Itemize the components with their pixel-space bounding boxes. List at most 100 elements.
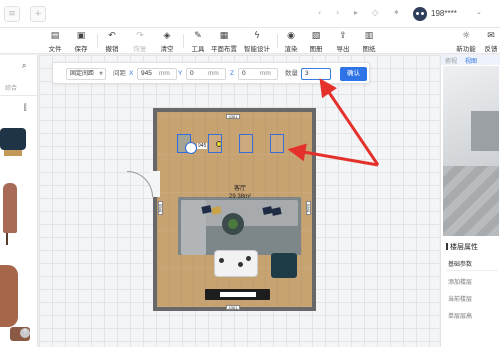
export-icon: ⇪ [339, 31, 347, 41]
help-button[interactable]: ? [20, 328, 30, 338]
sun-icon: ☼ [461, 31, 471, 41]
catalog-panel: ⌕ 综合 ⫿ [0, 55, 38, 347]
copy-preview-2 [239, 134, 253, 153]
y-spacing-input[interactable]: 0 [186, 68, 226, 80]
chevron-down-icon[interactable]: ⌄ [476, 8, 482, 16]
spacing-tag: 945 [197, 143, 208, 149]
current-floor-item[interactable]: 当前楼层 [448, 294, 472, 303]
wrench-icon: ✎ [194, 31, 202, 41]
tools-button[interactable]: ✎ 工具 [189, 31, 207, 53]
album-button[interactable]: ▧ 图册 [307, 31, 325, 53]
array-copy-bar: 固定间距 ▼ 间距 X 945 mm Y 0 mm Z 0 mm 数量 3 确认 [52, 62, 370, 84]
menu-tab[interactable]: ≡ [4, 6, 20, 22]
x-axis-label: X [129, 70, 134, 77]
dimension-left: 5581 [158, 201, 163, 215]
copy-preview-3 [270, 134, 284, 153]
floor-plan-icon: ▦ [219, 31, 229, 41]
room-name: 客厅 [233, 186, 246, 192]
product-armchair-thumb[interactable] [0, 265, 18, 327]
tab-top-view[interactable]: 俯视 [445, 56, 457, 65]
ottoman[interactable] [214, 250, 258, 277]
feedback-button[interactable]: ✉ 反馈 [482, 31, 500, 53]
unit-label: mm [159, 70, 170, 77]
plant[interactable] [228, 219, 238, 229]
avatar[interactable] [413, 7, 427, 21]
divider [0, 95, 37, 96]
product-ottoman-leg [4, 150, 22, 156]
product-chair-thumb[interactable] [3, 183, 17, 233]
basic-params-item[interactable]: 基础参数 [448, 259, 472, 268]
camera-icon: ◉ [287, 31, 295, 41]
export-button[interactable]: ⇪ 导出 [334, 31, 352, 53]
z-spacing-input[interactable]: 0 [238, 68, 278, 80]
unit-label: mm [260, 70, 271, 77]
lightning-icon: ϟ [254, 31, 260, 41]
z-axis-label: Z [230, 70, 234, 77]
eraser-icon: ◈ [163, 31, 171, 41]
add-floor-item[interactable]: 添加楼层 [448, 277, 472, 286]
armchair[interactable] [271, 253, 297, 278]
save-button[interactable]: ▣ 保存 [72, 31, 90, 53]
search-icon[interactable]: ⌕ [22, 61, 26, 71]
floor-height-item[interactable]: 单层层高 [448, 311, 472, 320]
redo-icon: ↷ [136, 31, 144, 41]
selection-anchor[interactable] [185, 142, 197, 154]
smart-design-button[interactable]: ϟ 智能设计 [242, 31, 272, 53]
top-bar: ≡ + ‹ › ▸ ◇ ✦ 198**** ⌄ [0, 0, 500, 28]
x-spacing-input[interactable]: 945 [137, 68, 177, 80]
notification-icon[interactable]: ✦ [393, 8, 400, 17]
drawings-icon: ▥ [364, 31, 374, 41]
ottoman-item [238, 262, 243, 267]
pin-icon[interactable]: ◇ [372, 8, 378, 17]
undo-button[interactable]: ↶ 撤销 [103, 31, 121, 53]
properties-panel: 俯视 视图 楼层属性 基础参数 添加楼层 当前楼层 单层层高 [440, 55, 500, 347]
username[interactable]: 198**** [431, 9, 457, 18]
dimension-bottom: 4361 [226, 305, 240, 310]
chevron-down-icon: ▼ [99, 71, 103, 77]
new-features-button[interactable]: ☼ 新功能 [455, 31, 477, 53]
save-icon: ▣ [76, 31, 86, 41]
spacing-mode-select[interactable]: 固定间距 ▼ [66, 68, 106, 80]
ottoman-item [219, 258, 224, 263]
sort-select[interactable]: 综合 [5, 83, 17, 92]
y-axis-label: Y [178, 70, 183, 77]
product-ottoman-thumb[interactable] [0, 128, 26, 150]
floor-properties: 楼层属性 基础参数 添加楼层 当前楼层 单层层高 [443, 239, 499, 347]
copy-preview-1 [208, 134, 222, 153]
forward-icon[interactable]: › [336, 8, 339, 17]
tab-view[interactable]: 视图 [465, 56, 477, 65]
spacing-label: 间距 [113, 70, 126, 77]
drawings-button[interactable]: ▥ 图纸 [360, 31, 378, 53]
redo-button[interactable]: ↷ 恢复 [131, 31, 149, 53]
3d-preview[interactable] [443, 66, 499, 236]
view-tabs: 俯视 视图 [441, 55, 500, 65]
unit-label: mm [208, 70, 219, 77]
floor-plan-button[interactable]: ▦ 平面布置 [209, 31, 239, 53]
room-area: 29.38m² [228, 194, 251, 200]
confirm-button[interactable]: 确认 [340, 67, 367, 81]
dimension-right: 5581 [306, 201, 311, 215]
dimension-top: 4361 [226, 114, 240, 119]
section-title: 楼层属性 [446, 242, 478, 252]
toolbar-divider [183, 34, 184, 48]
mail-icon: ✉ [487, 31, 495, 41]
filter-icon[interactable]: ⫿ [24, 103, 27, 113]
new-tab-button[interactable]: + [30, 6, 46, 22]
count-input[interactable]: 3 [301, 68, 331, 80]
file-icon: ▤ [50, 31, 60, 41]
file-button[interactable]: ▤ 文件 [46, 31, 64, 53]
product-chair-leg [6, 233, 8, 245]
play-icon[interactable]: ▸ [354, 8, 358, 17]
main-toolbar: ▤ 文件 ▣ 保存 ↶ 撤销 ↷ 恢复 ◈ 清空 ✎ 工具 ▦ 平面布置 ϟ 智… [0, 28, 500, 54]
television[interactable] [220, 292, 256, 297]
clear-button[interactable]: ◈ 清空 [158, 31, 176, 53]
room-label[interactable]: 客厅 29.38m² [210, 185, 270, 201]
undo-icon: ↶ [108, 31, 116, 41]
toolbar-divider [277, 34, 278, 48]
render-button[interactable]: ◉ 渲染 [282, 31, 300, 53]
back-icon[interactable]: ‹ [318, 8, 321, 17]
ottoman-item [246, 256, 251, 261]
toolbar-divider [97, 34, 98, 48]
album-icon: ▧ [311, 31, 321, 41]
count-label: 数量 [285, 70, 298, 77]
